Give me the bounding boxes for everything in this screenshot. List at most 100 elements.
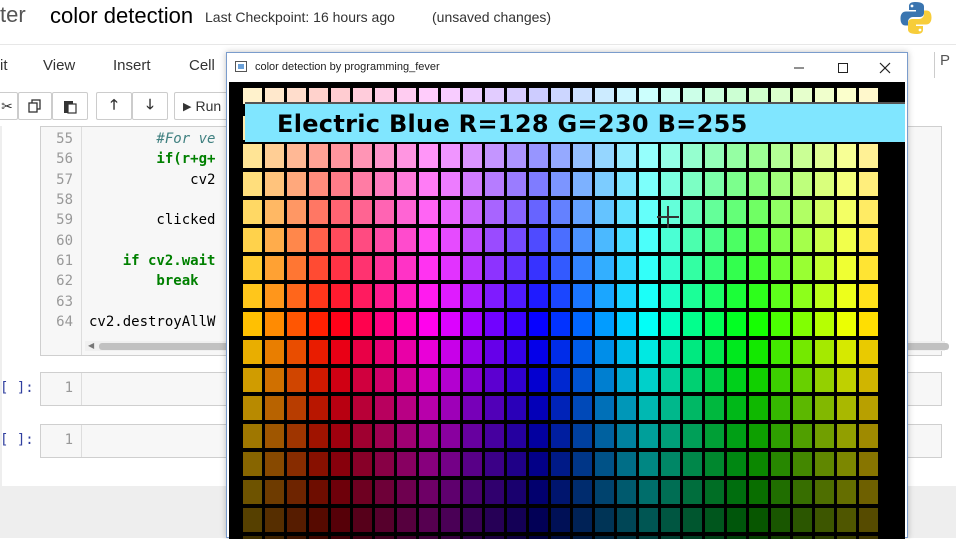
color-swatch[interactable] [287,256,306,280]
color-swatch[interactable] [639,228,658,252]
color-swatch[interactable] [749,480,768,504]
color-swatch[interactable] [331,508,350,532]
color-swatch[interactable] [287,200,306,224]
color-swatch[interactable] [485,480,504,504]
color-swatch[interactable] [441,172,460,196]
color-swatch[interactable] [463,284,482,308]
color-swatch[interactable] [243,340,262,364]
color-swatch[interactable] [441,200,460,224]
color-swatch[interactable] [375,256,394,280]
color-swatch[interactable] [749,452,768,476]
color-swatch[interactable] [463,256,482,280]
color-swatch[interactable] [859,144,878,168]
color-swatch[interactable] [287,284,306,308]
color-swatch[interactable] [551,312,570,336]
color-swatch[interactable] [749,424,768,448]
color-swatch[interactable] [705,508,724,532]
color-swatch[interactable] [463,340,482,364]
color-swatch[interactable] [639,284,658,308]
color-swatch[interactable] [595,312,614,336]
color-swatch[interactable] [529,144,548,168]
color-swatch[interactable] [331,340,350,364]
color-swatch[interactable] [639,368,658,392]
color-swatch[interactable] [375,424,394,448]
color-swatch[interactable] [617,452,636,476]
color-swatch[interactable] [617,340,636,364]
color-swatch[interactable] [727,144,746,168]
color-swatch[interactable] [727,284,746,308]
color-swatch[interactable] [441,480,460,504]
color-swatch[interactable] [375,368,394,392]
color-swatch[interactable] [727,172,746,196]
color-swatch[interactable] [243,368,262,392]
color-swatch[interactable] [617,200,636,224]
jupyter-logo[interactable]: ter [0,2,26,28]
color-swatch[interactable] [859,200,878,224]
color-swatch[interactable] [485,144,504,168]
color-swatch[interactable] [507,368,526,392]
color-swatch[interactable] [507,144,526,168]
color-swatch[interactable] [441,424,460,448]
color-swatch[interactable] [485,508,504,532]
color-swatch[interactable] [507,396,526,420]
color-swatch[interactable] [727,480,746,504]
color-swatch[interactable] [397,508,416,532]
color-swatch[interactable] [639,256,658,280]
color-swatch[interactable] [595,256,614,280]
color-swatch[interactable] [507,312,526,336]
color-swatch[interactable] [243,144,262,168]
color-swatch[interactable] [419,312,438,336]
color-swatch[interactable] [661,312,680,336]
color-swatch[interactable] [419,172,438,196]
color-swatch[interactable] [287,452,306,476]
color-swatch[interactable] [243,480,262,504]
color-swatch[interactable] [551,144,570,168]
color-swatch[interactable] [331,144,350,168]
color-swatch[interactable] [265,424,284,448]
color-swatch[interactable] [419,228,438,252]
color-swatch[interactable] [551,172,570,196]
color-swatch[interactable] [859,256,878,280]
color-swatch[interactable] [683,312,702,336]
color-swatch[interactable] [661,228,680,252]
color-swatch[interactable] [507,424,526,448]
color-swatch[interactable] [661,368,680,392]
color-swatch[interactable] [551,284,570,308]
color-swatch[interactable] [441,368,460,392]
color-swatch[interactable] [419,452,438,476]
color-swatch[interactable] [617,284,636,308]
color-swatch[interactable] [793,424,812,448]
menu-cell[interactable]: Cell [189,57,215,74]
color-swatch[interactable] [727,312,746,336]
color-swatch[interactable] [485,452,504,476]
color-swatch[interactable] [507,340,526,364]
color-swatch[interactable] [837,172,856,196]
color-swatch[interactable] [353,508,372,532]
color-swatch[interactable] [705,452,724,476]
color-swatch[interactable] [617,396,636,420]
color-swatch[interactable] [287,228,306,252]
color-swatch[interactable] [815,200,834,224]
color-swatch[interactable] [419,508,438,532]
color-swatch[interactable] [793,256,812,280]
color-swatch[interactable] [749,312,768,336]
color-swatch[interactable] [353,312,372,336]
color-swatch[interactable] [573,172,592,196]
color-swatch[interactable] [683,508,702,532]
color-swatch[interactable] [331,284,350,308]
color-swatch[interactable] [793,340,812,364]
color-swatch[interactable] [705,144,724,168]
color-swatch[interactable] [507,200,526,224]
color-swatch[interactable] [353,340,372,364]
color-swatch[interactable] [551,200,570,224]
color-swatch[interactable] [287,368,306,392]
color-swatch[interactable] [617,144,636,168]
color-swatch[interactable] [771,396,790,420]
color-swatch[interactable] [617,312,636,336]
color-swatch[interactable] [243,256,262,280]
color-swatch[interactable] [595,284,614,308]
color-swatch[interactable] [705,228,724,252]
color-swatch[interactable] [419,284,438,308]
color-swatch[interactable] [397,256,416,280]
color-swatch[interactable] [397,424,416,448]
